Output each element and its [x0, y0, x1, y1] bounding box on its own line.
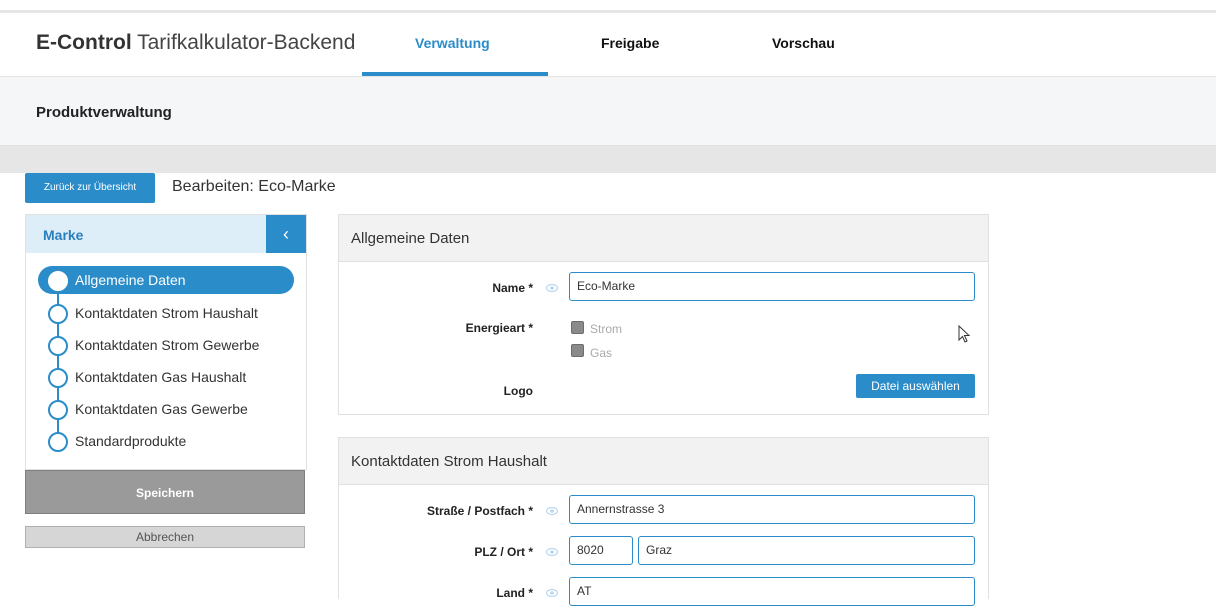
sidebar-item-standardprodukte[interactable]: Standardprodukte	[38, 427, 294, 455]
city-field[interactable]: Graz	[638, 536, 975, 565]
step-circle-icon	[48, 271, 68, 291]
country-label: Land *	[496, 586, 533, 600]
app-brand: E-Control Tarifkalkulator-Backend	[36, 31, 356, 54]
step-circle-icon	[48, 368, 68, 388]
step-circle-icon	[48, 304, 68, 324]
general-data-card: Allgemeine Daten Name * Eco-Marke Energi…	[338, 214, 989, 415]
street-label: Straße / Postfach *	[426, 504, 533, 518]
sidebar-item-label: Kontaktdaten Strom Gewerbe	[75, 337, 260, 353]
sidebar-header: Marke ‹	[26, 215, 306, 253]
visibility-eye-icon[interactable]	[546, 507, 558, 515]
tab-freigabe[interactable]: Freigabe	[601, 35, 659, 51]
card-title: Allgemeine Daten	[351, 230, 470, 247]
contact-strom-haushalt-card: Kontaktdaten Strom Haushalt Straße / Pos…	[338, 437, 989, 606]
visibility-eye-icon[interactable]	[546, 548, 558, 556]
visibility-eye-icon[interactable]	[546, 284, 558, 292]
step-circle-icon	[48, 400, 68, 420]
step-circle-icon	[48, 336, 68, 356]
cancel-button[interactable]: Abbrechen	[25, 526, 305, 548]
sidebar-item-kontakt-strom-gewerbe[interactable]: Kontaktdaten Strom Gewerbe	[38, 331, 294, 359]
visibility-eye-icon[interactable]	[546, 589, 558, 597]
step-circle-icon	[48, 432, 68, 452]
mouse-cursor-icon	[958, 325, 971, 343]
name-label: Name *	[492, 281, 533, 295]
active-tab-indicator	[362, 72, 548, 76]
chevron-left-icon[interactable]: ‹	[266, 215, 306, 253]
plz-city-label: PLZ / Ort *	[474, 545, 533, 559]
sidebar-header-label: Marke	[43, 227, 84, 243]
tab-vorschau[interactable]: Vorschau	[772, 35, 835, 51]
energy-type-label: Energieart *	[465, 321, 533, 335]
sidebar-item-label: Kontaktdaten Gas Gewerbe	[75, 401, 248, 417]
logo-label: Logo	[503, 384, 533, 398]
page-title: Produktverwaltung	[36, 104, 172, 121]
choose-file-button[interactable]: Datei auswählen	[856, 374, 975, 398]
save-button[interactable]: Speichern	[25, 470, 305, 514]
sidebar-item-kontakt-strom-haushalt[interactable]: Kontaktdaten Strom Haushalt	[38, 299, 294, 327]
back-to-overview-button[interactable]: Zurück zur Übersicht	[25, 173, 155, 203]
gas-checkbox-label: Gas	[590, 346, 613, 360]
tab-verwaltung[interactable]: Verwaltung	[415, 35, 490, 51]
edit-title: Bearbeiten: Eco-Marke	[172, 178, 336, 195]
contact-card-header: Kontaktdaten Strom Haushalt	[339, 438, 988, 485]
sidebar-item-kontakt-gas-gewerbe[interactable]: Kontaktdaten Gas Gewerbe	[38, 395, 294, 423]
sidebar-panel: Marke ‹ Allgemeine Daten Kontaktdaten St…	[25, 214, 307, 470]
card-title: Kontaktdaten Strom Haushalt	[351, 453, 547, 470]
sidebar-item-label: Kontaktdaten Gas Haushalt	[75, 369, 247, 385]
divider-stripe	[0, 146, 1216, 173]
sidebar-item-allgemeine-daten[interactable]: Allgemeine Daten	[38, 266, 294, 294]
gas-checkbox[interactable]	[571, 344, 584, 357]
plz-field[interactable]: 8020	[569, 536, 633, 565]
sidebar-item-label: Allgemeine Daten	[75, 272, 186, 288]
strom-checkbox[interactable]	[571, 321, 584, 334]
general-data-header: Allgemeine Daten	[339, 215, 988, 262]
page-header: Produktverwaltung	[0, 77, 1216, 146]
strom-checkbox-label: Strom	[590, 322, 623, 336]
sidebar-item-label: Kontaktdaten Strom Haushalt	[75, 305, 258, 321]
sidebar-item-label: Standardprodukte	[75, 433, 187, 449]
street-field[interactable]: Annernstrasse 3	[569, 495, 975, 524]
name-field[interactable]: Eco-Marke	[569, 272, 975, 301]
country-field[interactable]: AT	[569, 577, 975, 606]
app-header: E-Control Tarifkalkulator-Backend Verwal…	[0, 13, 1216, 77]
sidebar-item-kontakt-gas-haushalt[interactable]: Kontaktdaten Gas Haushalt	[38, 363, 294, 391]
